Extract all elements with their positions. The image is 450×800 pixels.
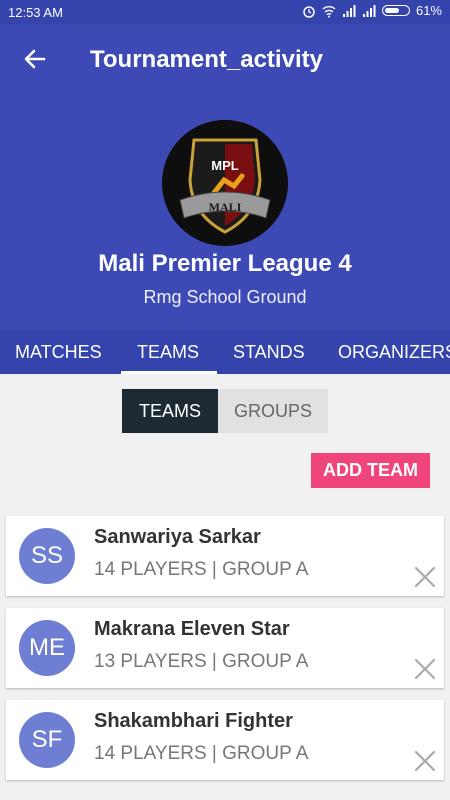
back-arrow-icon[interactable] [18, 42, 52, 76]
team-meta: 13 PLAYERS | GROUP A [94, 651, 309, 672]
team-meta: 14 PLAYERS | GROUP A [94, 743, 309, 764]
tab-bar: MATCHES TEAMS STANDS ORGANIZERS [0, 330, 450, 374]
team-card[interactable]: SF Shakambhari Fighter 14 PLAYERS | GROU… [6, 700, 444, 780]
signal-icon [342, 4, 356, 17]
team-avatar: SS [19, 528, 75, 584]
header: 12:53 AM 61% Tournament_activity MPL MAL… [0, 0, 450, 330]
team-avatar: SF [19, 712, 75, 768]
alarm-icon [303, 5, 315, 18]
close-icon[interactable] [414, 566, 436, 588]
close-icon[interactable] [414, 658, 436, 680]
svg-text:MALI: MALI [209, 200, 242, 214]
team-card[interactable]: SS Sanwariya Sarkar 14 PLAYERS | GROUP A [6, 516, 444, 596]
status-icons: 61% [302, 3, 442, 18]
close-icon[interactable] [414, 750, 436, 772]
team-name: Sanwariya Sarkar [94, 526, 261, 548]
add-team-button[interactable]: ADD TEAM [311, 453, 430, 488]
battery-icon [381, 5, 410, 16]
svg-text:MPL: MPL [211, 158, 239, 173]
status-time: 12:53 AM [8, 5, 63, 20]
segment-teams[interactable]: TEAMS [122, 389, 218, 433]
tournament-name: Mali Premier League 4 [98, 250, 352, 277]
tab-teams[interactable]: TEAMS [137, 330, 199, 374]
team-card[interactable]: ME Makrana Eleven Star 13 PLAYERS | GROU… [6, 608, 444, 688]
tournament-venue: Rmg School Ground [143, 287, 307, 307]
teams-groups-toggle: TEAMS GROUPS [122, 389, 328, 433]
tab-indicator [121, 371, 217, 374]
page-title: Tournament_activity [90, 46, 323, 73]
segment-groups[interactable]: GROUPS [218, 389, 328, 433]
wifi-icon [322, 5, 336, 17]
tournament-logo: MPL MALI [162, 120, 288, 246]
team-name: Shakambhari Fighter [94, 710, 293, 732]
tab-stands[interactable]: STANDS [233, 330, 305, 374]
tab-matches[interactable]: MATCHES [15, 330, 102, 374]
shield-icon: MPL MALI [162, 120, 288, 246]
team-meta: 14 PLAYERS | GROUP A [94, 559, 309, 580]
tab-organizers[interactable]: ORGANIZERS [338, 330, 450, 374]
battery-percent: 61% [415, 3, 442, 18]
app-bar: Tournament_activity [0, 24, 450, 96]
team-name: Makrana Eleven Star [94, 618, 290, 640]
status-bar: 12:53 AM 61% [0, 0, 450, 24]
team-avatar: ME [19, 620, 75, 676]
signal-icon-2 [362, 4, 376, 17]
